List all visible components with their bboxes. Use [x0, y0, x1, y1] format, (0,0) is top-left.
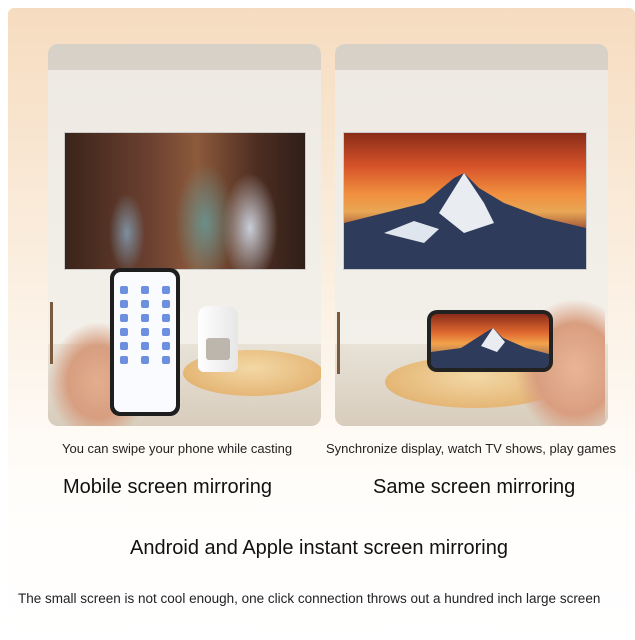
projector-lens	[206, 338, 230, 360]
right-heading: Same screen mirroring	[373, 476, 576, 498]
projector-icon	[198, 306, 238, 372]
footer-text: The small screen is not cool enough, one…	[18, 591, 601, 606]
mountain-icon	[344, 173, 586, 269]
projected-mountain-scene	[343, 132, 587, 270]
left-heading: Mobile screen mirroring	[63, 476, 272, 498]
left-caption: You can swipe your phone while casting	[62, 441, 293, 456]
phone-screen	[114, 272, 176, 412]
projected-drama-scene	[64, 132, 306, 270]
mobile-mirroring-photo	[48, 44, 321, 426]
same-screen-mirroring-photo	[335, 44, 608, 426]
mountain-icon	[431, 328, 549, 368]
subtitle: Android and Apple instant screen mirrori…	[130, 537, 508, 559]
right-caption: Synchronize display, watch TV shows, pla…	[326, 441, 616, 456]
smartphone-icon	[427, 310, 553, 372]
ceiling	[48, 44, 321, 70]
ceiling	[335, 44, 608, 70]
phone-screen	[431, 314, 549, 368]
page-edge	[0, 0, 8, 640]
chair-leg	[337, 312, 340, 374]
smartphone-icon	[110, 268, 180, 416]
